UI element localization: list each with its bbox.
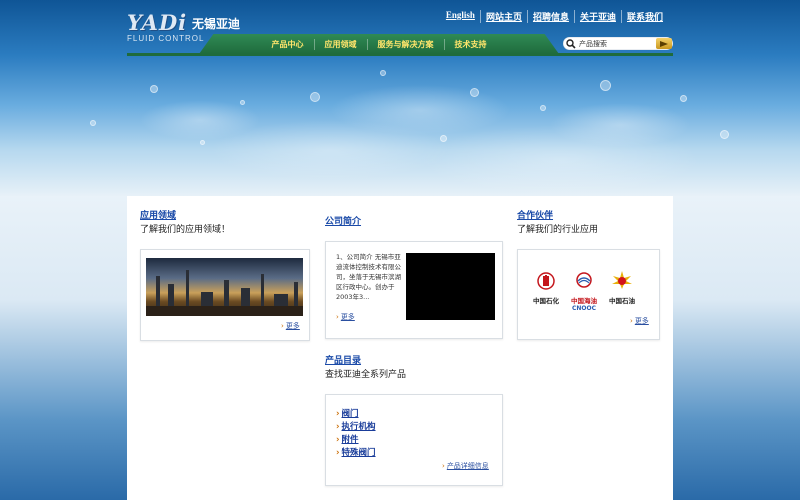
search-box: 产品搜索 — [563, 37, 673, 50]
link-home[interactable]: 网站主页 — [479, 10, 527, 23]
water-bubble — [380, 70, 386, 76]
main-nav: 产品中心 应用领域 服务与解决方案 技术支持 — [199, 34, 559, 54]
link-english[interactable]: English — [441, 10, 480, 23]
partner-name: 中国石化 — [533, 297, 559, 305]
water-bubble — [470, 88, 479, 97]
catalog-subtitle: 查找亚迪全系列产品 — [325, 370, 407, 380]
about-card: 1、公司简介 无锡市亚迪流体控制技术有限公司，坐落于无锡市滨湖区行政中心。创办于… — [325, 241, 503, 339]
product-item-special-valves[interactable]: 特殊阀门 — [336, 446, 376, 459]
product-item-actuators[interactable]: 执行机构 — [336, 420, 376, 433]
sinopec-icon — [537, 272, 555, 290]
top-links: English 网站主页 招聘信息 关于亚迪 联系我们 — [441, 10, 668, 23]
logo-wordmark: YADi — [127, 10, 188, 35]
water-bubble — [200, 140, 205, 145]
water-bubble — [600, 80, 611, 91]
link-about[interactable]: 关于亚迪 — [573, 10, 621, 23]
water-bubble — [310, 92, 320, 102]
partners-card: 中国石化 中国海油 CNOOC 中国石油 更多 — [517, 249, 660, 340]
partners-subtitle: 了解我们的行业应用 — [517, 225, 599, 235]
product-list: 阀门 执行机构 附件 特殊阀门 — [336, 407, 376, 459]
nav-products[interactable]: 产品中心 — [262, 39, 314, 50]
main-content: 应用领域 了解我们的应用领域！ 更多 公司简介 1、公司简介 无锡市亚迪流体控制… — [127, 196, 673, 500]
catalog-card: 阀门 执行机构 附件 特殊阀门 产品详细信息 — [325, 394, 503, 486]
water-bubble — [720, 130, 729, 139]
partners-title[interactable]: 合作伙伴 — [517, 208, 553, 221]
link-contact[interactable]: 联系我们 — [620, 10, 668, 23]
search-input[interactable]: 产品搜索 — [579, 39, 656, 49]
applications-subtitle: 了解我们的应用领域！ — [140, 225, 231, 235]
water-bubble — [680, 95, 687, 102]
applications-card: 更多 — [140, 249, 310, 341]
refinery-image[interactable] — [146, 258, 303, 316]
logo-cn-name: 无锡亚迪 — [192, 17, 241, 31]
partners-more-link[interactable]: 更多 — [630, 316, 649, 326]
catalog-details-link[interactable]: 产品详细信息 — [442, 461, 489, 471]
applications-title[interactable]: 应用领域 — [140, 208, 176, 221]
water-bubble — [150, 85, 158, 93]
search-icon — [566, 38, 576, 49]
partner-logo-petrochina[interactable]: 中国石油 — [604, 270, 640, 305]
hero-banner — [0, 0, 800, 196]
about-text: 1、公司简介 无锡市亚迪流体控制技术有限公司，坐落于无锡市滨湖区行政中心。创办于… — [336, 253, 401, 301]
link-careers[interactable]: 招聘信息 — [526, 10, 574, 23]
about-more-link[interactable]: 更多 — [336, 312, 355, 322]
water-bubble — [240, 100, 245, 105]
partner-logo-cnooc[interactable]: 中国海油 CNOOC — [564, 272, 604, 312]
logo-subtitle: FLUID CONTROL — [127, 34, 205, 43]
water-bubble — [440, 135, 447, 142]
partner-name: 中国石油 — [609, 297, 635, 305]
nav-services[interactable]: 服务与解决方案 — [366, 38, 444, 50]
water-bubble — [90, 120, 96, 126]
catalog-title[interactable]: 产品目录 — [325, 353, 361, 366]
water-bubble — [540, 105, 546, 111]
product-item-accessories[interactable]: 附件 — [336, 433, 376, 446]
partner-name: 中国海油 — [571, 297, 597, 305]
petrochina-icon — [612, 271, 632, 289]
applications-more-link[interactable]: 更多 — [281, 321, 300, 331]
nav-applications[interactable]: 应用领域 — [313, 38, 367, 50]
search-button[interactable] — [656, 38, 672, 49]
nav-support[interactable]: 技术支持 — [443, 38, 497, 50]
video-player[interactable] — [406, 253, 495, 320]
partner-logo-sinopec[interactable]: 中国石化 — [528, 272, 564, 305]
partner-sub-name: CNOOC — [571, 305, 597, 312]
cnooc-icon — [576, 272, 592, 288]
arrow-right-icon — [660, 40, 668, 47]
about-title[interactable]: 公司简介 — [325, 214, 361, 227]
product-item-valves[interactable]: 阀门 — [336, 407, 376, 420]
